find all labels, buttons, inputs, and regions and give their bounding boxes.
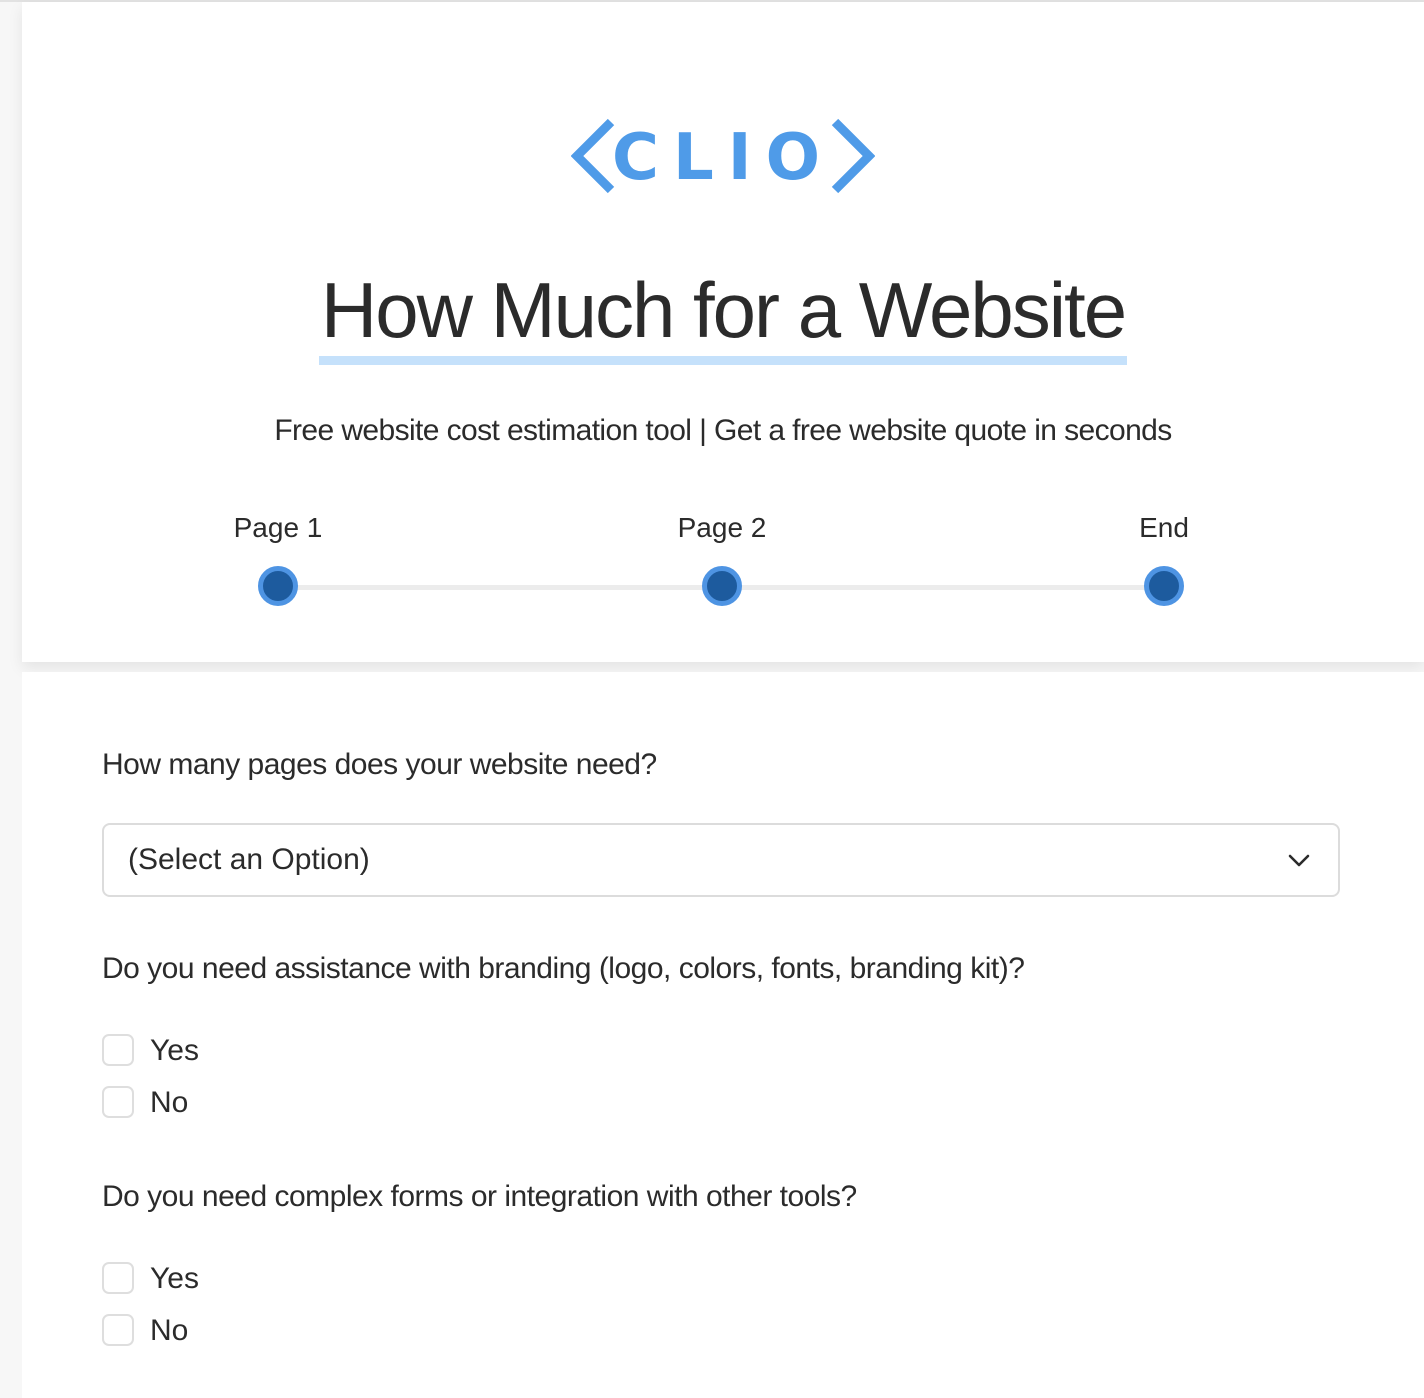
page-title-text: How Much for a Website	[318, 264, 1127, 365]
progress-stepper: Page 1 Page 2 End	[22, 502, 1424, 622]
step-label: End	[1139, 512, 1189, 543]
step-page-2[interactable]: Page 2	[622, 502, 822, 606]
page-subtitle: Free website cost estimation tool | Get …	[274, 414, 1172, 447]
checkbox[interactable]	[102, 1086, 134, 1118]
page-title: How Much for a Website	[22, 264, 1424, 365]
step-label: Page 1	[233, 512, 323, 543]
checkbox[interactable]	[102, 1034, 134, 1066]
clio-logo[interactable]: CLIO	[22, 114, 1424, 198]
question-integrations: Do you need complex forms or integration…	[102, 1180, 857, 1213]
checkbox[interactable]	[102, 1314, 134, 1346]
question-branding: Do you need assistance with branding (lo…	[102, 952, 1025, 985]
option-label: No	[150, 1086, 189, 1119]
step-dot	[1144, 566, 1184, 606]
step-label: Page 2	[677, 512, 767, 543]
option-label: No	[150, 1314, 189, 1347]
checkbox[interactable]	[102, 1262, 134, 1294]
question-pages: How many pages does your website need?	[102, 748, 657, 781]
header-card: CLIO How Much for a Website Free website…	[22, 2, 1424, 662]
step-page-1[interactable]: Page 1	[178, 502, 378, 606]
logo-mark: CLIO	[571, 118, 875, 195]
logo-text: CLIO	[612, 121, 834, 195]
step-end[interactable]: End	[1064, 502, 1264, 606]
select-value: (Select an Option)	[128, 843, 370, 876]
option-label: Yes	[150, 1262, 199, 1295]
pages-select[interactable]: (Select an Option)	[102, 823, 1340, 897]
step-dot	[258, 566, 298, 606]
step-dot	[702, 566, 742, 606]
chevron-down-icon	[1288, 854, 1310, 867]
form-card: How many pages does your website need? (…	[22, 672, 1424, 1398]
option-label: Yes	[150, 1034, 199, 1067]
